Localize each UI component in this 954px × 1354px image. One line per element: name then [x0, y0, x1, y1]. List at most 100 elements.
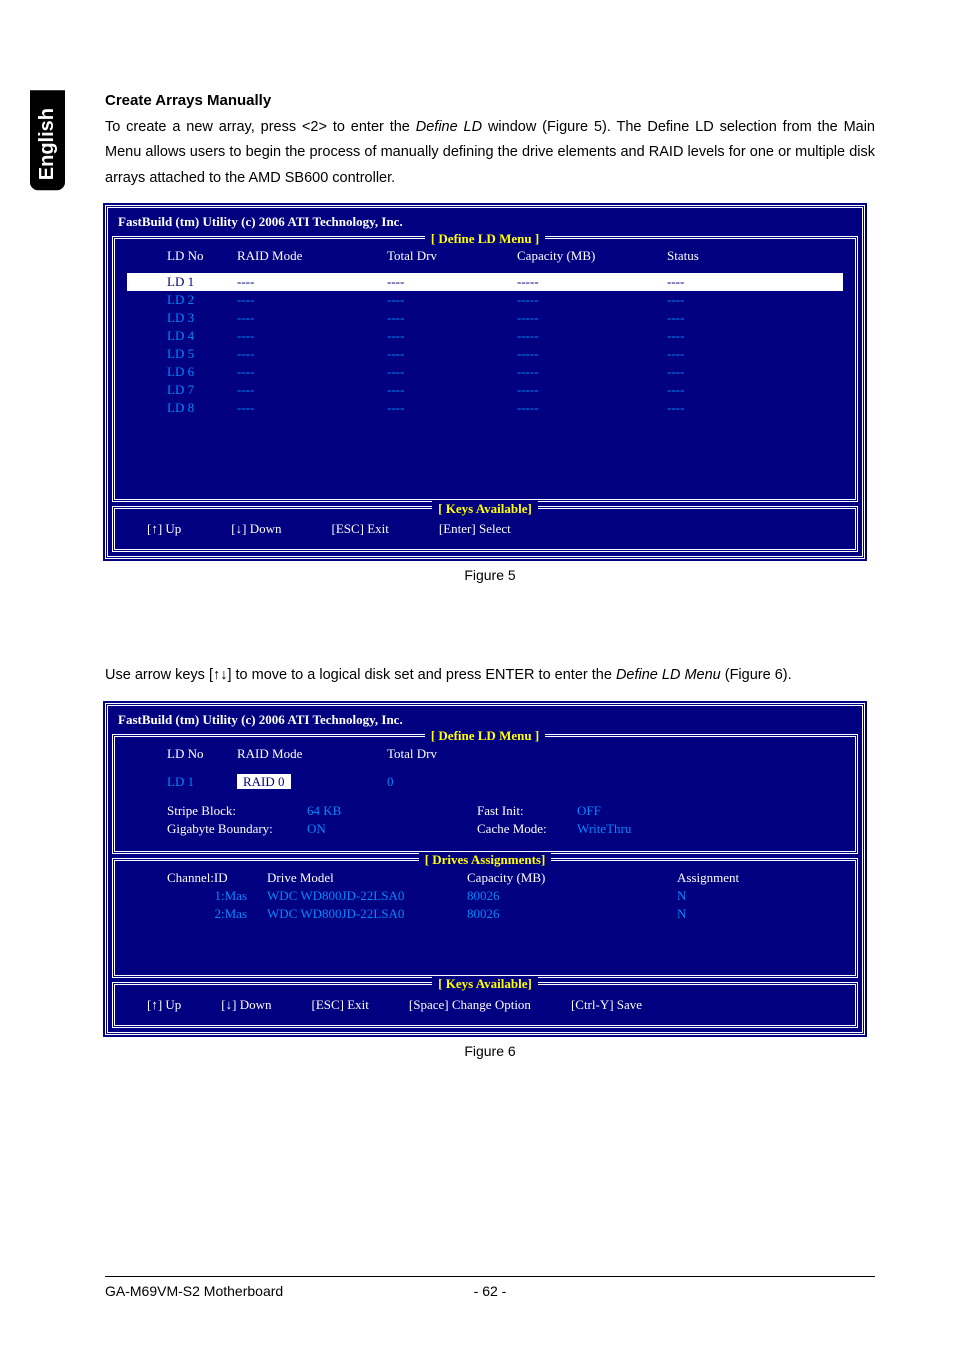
bios-utility-title: FastBuild (tm) Utility (c) 2006 ATI Tech… — [108, 208, 862, 236]
ld-row[interactable]: LD 4----------------- — [127, 327, 843, 345]
key-esc: [ESC] Exit — [311, 997, 368, 1013]
opt-gb-label: Gigabyte Boundary: — [167, 821, 307, 837]
key-down: [↓] Down — [231, 521, 281, 537]
keys-label-text: [ Keys Available] — [432, 501, 538, 516]
figure-5-caption: Figure 5 — [105, 567, 875, 583]
ld-row[interactable]: LD 5----------------- — [127, 345, 843, 363]
footer-product: GA-M69VM-S2 Motherboard — [105, 1283, 450, 1299]
drive-rows: 1:MasWDC WD800JD-22LSA080026N2:MasWDC WD… — [127, 887, 843, 923]
header-status: Status — [667, 248, 787, 264]
cell-drv: ---- — [387, 292, 517, 308]
panel-content: Channel:ID Drive Model Capacity (MB) Ass… — [115, 861, 855, 975]
options-row: Stripe Block: 64 KB Gigabyte Boundary: O… — [127, 803, 843, 839]
panel-content: LD No RAID Mode Total Drv Capacity (MB) … — [115, 239, 855, 499]
ld-row[interactable]: LD 1----------------- — [127, 273, 843, 291]
page-content: Create Arrays Manually To create a new a… — [105, 92, 875, 1069]
cell-status: ---- — [667, 310, 787, 326]
cell-model: WDC WD800JD-22LSA0 — [267, 888, 467, 904]
cell-status: ---- — [667, 292, 787, 308]
text: (Figure 6). — [721, 667, 792, 683]
cell-status: ---- — [667, 382, 787, 398]
key-save: [Ctrl-Y] Save — [571, 997, 642, 1013]
opt-stripe[interactable]: Stripe Block: 64 KB — [167, 803, 477, 819]
options-right: Fast Init: OFF Cache Mode: WriteThru — [477, 803, 843, 839]
cell-cap: ----- — [517, 274, 667, 290]
opt-gb[interactable]: Gigabyte Boundary: ON — [167, 821, 477, 837]
column-headers: LD No RAID Mode Total Drv Capacity (MB) … — [127, 247, 843, 265]
ld-row[interactable]: LD 3----------------- — [127, 309, 843, 327]
cell-channel: 2:Mas — [127, 906, 267, 922]
header-capacity: Capacity (MB) — [517, 248, 667, 264]
raid-mode-selected[interactable]: RAID 0 — [237, 774, 291, 789]
cell-cap: ----- — [517, 400, 667, 416]
ld-row[interactable]: LD 7----------------- — [127, 381, 843, 399]
keys-content: [↑] Up [↓] Down [ESC] Exit [Enter] Selec… — [127, 521, 843, 537]
cell-status: ---- — [667, 364, 787, 380]
cell-raid: ---- — [237, 328, 387, 344]
cell-cap: ----- — [517, 310, 667, 326]
keys-label: [ Keys Available] — [115, 976, 855, 992]
cell-ld: LD 5 — [127, 346, 237, 362]
options-left: Stripe Block: 64 KB Gigabyte Boundary: O… — [127, 803, 477, 839]
header-capacity: Capacity (MB) — [467, 870, 617, 886]
cell-raid: ---- — [237, 400, 387, 416]
drive-row[interactable]: 1:MasWDC WD800JD-22LSA080026N — [127, 887, 843, 905]
header-model: Drive Model — [267, 870, 467, 886]
cell-ld: LD 7 — [127, 382, 237, 398]
ld-row[interactable]: LD 8----------------- — [127, 399, 843, 417]
ld-row[interactable]: LD 1 RAID 0 0 — [127, 773, 843, 791]
header-totaldrv: Total Drv — [387, 248, 517, 264]
key-space: [Space] Change Option — [409, 997, 531, 1013]
cell-ld: LD 1 — [127, 274, 237, 290]
cell-ld: LD 1 — [127, 774, 237, 790]
footer-spacer — [530, 1283, 875, 1299]
cell-assignment: N — [617, 888, 767, 904]
drives-assignments-panel: [ Drives Assignments] Channel:ID Drive M… — [112, 858, 858, 978]
opt-cache[interactable]: Cache Mode: WriteThru — [477, 821, 843, 837]
drive-row[interactable]: 2:MasWDC WD800JD-22LSA080026N — [127, 905, 843, 923]
key-up: [↑] Up — [147, 521, 181, 537]
column-headers: LD No RAID Mode Total Drv — [127, 745, 843, 763]
cell-raid: ---- — [237, 310, 387, 326]
cell-capacity: 80026 — [467, 906, 617, 922]
bios-figure-6: FastBuild (tm) Utility (c) 2006 ATI Tech… — [105, 703, 865, 1035]
ld-row[interactable]: LD 2----------------- — [127, 291, 843, 309]
cell-cap: ----- — [517, 364, 667, 380]
ld-row[interactable]: LD 6----------------- — [127, 363, 843, 381]
cell-raid: ---- — [237, 292, 387, 308]
header-totaldrv: Total Drv — [387, 746, 517, 762]
keys-label: [ Keys Available] — [115, 501, 855, 517]
cell-status: ---- — [667, 346, 787, 362]
cell-channel: 1:Mas — [127, 888, 267, 904]
page-footer: GA-M69VM-S2 Motherboard - 62 - — [105, 1276, 875, 1299]
intro-paragraph: To create a new array, press <2> to ente… — [105, 115, 875, 191]
cell-raid: ---- — [237, 346, 387, 362]
define-ld-panel: [ Define LD Menu ] LD No RAID Mode Total… — [112, 734, 858, 854]
language-tab: English — [30, 90, 65, 190]
cell-raid[interactable]: RAID 0 — [237, 774, 387, 790]
cell-drv: ---- — [387, 310, 517, 326]
cell-drv: ---- — [387, 400, 517, 416]
cell-raid: ---- — [237, 274, 387, 290]
cell-ld: LD 4 — [127, 328, 237, 344]
opt-cache-value: WriteThru — [577, 821, 631, 837]
key-down: [↓] Down — [221, 997, 271, 1013]
cell-raid: ---- — [237, 382, 387, 398]
opt-cache-label: Cache Mode: — [477, 821, 577, 837]
cell-ld: LD 6 — [127, 364, 237, 380]
panel-content: LD No RAID Mode Total Drv LD 1 RAID 0 0 … — [115, 737, 855, 851]
opt-stripe-label: Stripe Block: — [167, 803, 307, 819]
opt-fastinit[interactable]: Fast Init: OFF — [477, 803, 843, 819]
cell-status: ---- — [667, 274, 787, 290]
cell-assignment: N — [617, 906, 767, 922]
footer-page-number: - 62 - — [450, 1283, 530, 1299]
header-ldno: LD No — [127, 746, 237, 762]
cell-drv: ---- — [387, 382, 517, 398]
bios-utility-title: FastBuild (tm) Utility (c) 2006 ATI Tech… — [108, 706, 862, 734]
italic-text: Define LD Menu — [616, 667, 721, 683]
opt-fastinit-label: Fast Init: — [477, 803, 577, 819]
header-raid: RAID Mode — [237, 248, 387, 264]
keys-content: [↑] Up [↓] Down [ESC] Exit [Space] Chang… — [127, 997, 843, 1013]
keys-label-text: [ Keys Available] — [432, 976, 538, 991]
opt-fastinit-value: OFF — [577, 803, 601, 819]
